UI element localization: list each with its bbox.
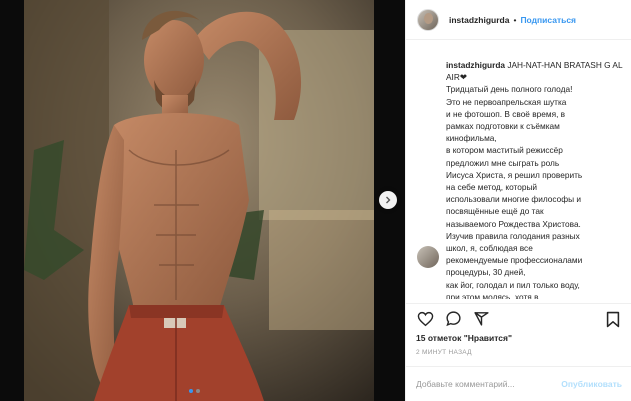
- heart-icon: [417, 311, 433, 326]
- caption-line: использовали многие философы и: [446, 194, 581, 205]
- action-bar: [406, 303, 631, 333]
- share-button[interactable]: [470, 308, 492, 330]
- caption-line: рамках подготовки к съёмкам: [446, 121, 560, 132]
- caption-line: предложил мне сыграть роль: [446, 157, 560, 168]
- header-separator: •: [513, 14, 517, 25]
- caption-line: Это не первоапрельская шутка: [446, 96, 567, 107]
- caption-line: при этом молясь, хотя в: [446, 291, 539, 299]
- caption-line: называемого Рождества Христова.: [446, 218, 581, 229]
- post-photo-illustration: [24, 0, 374, 401]
- caption: instadzhigurda JAH-NAT-HAN BRATASH G AL …: [446, 59, 624, 299]
- post-header: instadzhigurda • Подписаться: [406, 0, 631, 40]
- bookmark-icon: [606, 311, 620, 327]
- caption-line: школ, я, соблюдая все: [446, 243, 533, 254]
- save-button[interactable]: [602, 308, 624, 330]
- caption-username[interactable]: instadzhigurda: [446, 60, 505, 70]
- caption-line: Иисуса Христа, я решил проверить: [446, 169, 583, 180]
- like-button[interactable]: [414, 308, 436, 330]
- caption-line: Тридцатый день полного голода!: [446, 84, 573, 95]
- caption-area: instadzhigurda JAH-NAT-HAN BRATASH G AL …: [406, 41, 631, 299]
- comment-button[interactable]: [442, 308, 464, 330]
- caption-line: в котором маститый режиссёр: [446, 145, 563, 156]
- publish-button[interactable]: Опубликовать: [561, 379, 622, 389]
- next-photo-button[interactable]: [379, 191, 397, 209]
- header-username[interactable]: instadzhigurda: [449, 15, 509, 25]
- caption-line: рекомендуемые профессионалами: [446, 255, 583, 266]
- post-photo[interactable]: [24, 0, 374, 401]
- chevron-right-icon: [386, 196, 391, 204]
- post-sidebar: instadzhigurda • Подписаться instadzhigu…: [405, 0, 631, 401]
- caption-line: процедуры, 30 дней,: [446, 267, 526, 278]
- share-icon: [473, 312, 489, 326]
- comment-input[interactable]: [416, 379, 562, 389]
- caption-line: на себе метод, который: [446, 182, 538, 193]
- likes-count[interactable]: 15 отметок "Нравится": [416, 333, 512, 343]
- caption-line: кинофильма,: [446, 133, 497, 144]
- add-comment-box: Опубликовать: [406, 366, 631, 401]
- carousel-indicator: [189, 389, 200, 393]
- caption-body: Тридцатый день полного голода! Это не пер…: [446, 83, 624, 299]
- comment-icon: [445, 311, 461, 327]
- caption-line: и не фотошоп. В своё время, в: [446, 108, 566, 119]
- avatar[interactable]: [417, 8, 439, 31]
- post-timestamp[interactable]: 2 МИНУТ НАЗАД: [416, 349, 472, 356]
- caption-line: посвящённые ещё до так: [446, 206, 544, 217]
- caption-line: Изучив правила голодания разных: [446, 230, 580, 241]
- carousel-dot: [196, 389, 200, 393]
- caption-line: как йог, голодал и пил только воду,: [446, 279, 580, 290]
- carousel-dot-active: [189, 389, 193, 393]
- follow-button[interactable]: Подписаться: [520, 15, 576, 25]
- instagram-post-modal: instadzhigurda • Подписаться instadzhigu…: [0, 0, 631, 401]
- photo-pane: [0, 0, 405, 401]
- caption-avatar[interactable]: [417, 246, 439, 268]
